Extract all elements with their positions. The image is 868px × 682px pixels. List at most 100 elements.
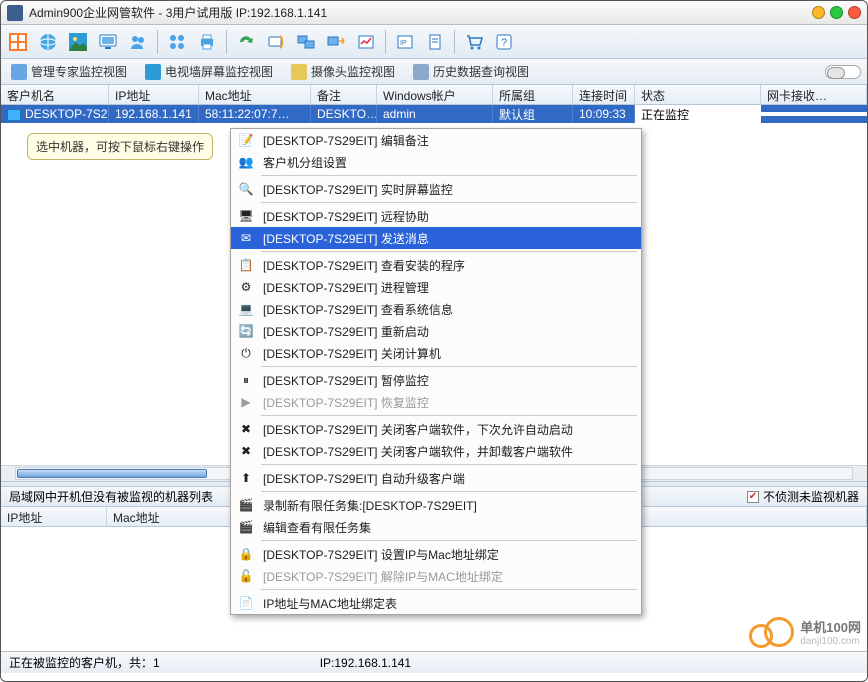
menu-item-icon: ▶ — [237, 393, 255, 411]
menu-item-icon: 📋 — [237, 256, 255, 274]
context-menu-item[interactable]: ⏸ [DESKTOP-7S29EIT] 暂停监控 — [231, 369, 641, 391]
menu-item-icon: 📄 — [237, 594, 255, 612]
menu-item-label: [DESKTOP-7S29EIT] 进程管理 — [263, 279, 429, 296]
watermark-logo: 单机100网 danji100.com — [764, 617, 861, 647]
toolbar-users-icon[interactable] — [125, 29, 151, 55]
context-menu-item[interactable]: ⬆ [DESKTOP-7S29EIT] 自动升级客户端 — [231, 467, 641, 489]
context-menu-item[interactable]: ⏻[DESKTOP-7S29EIT] 关闭计算机 — [231, 342, 641, 364]
tab-label: 历史数据查询视图 — [433, 63, 529, 80]
toolbar-grid-icon[interactable] — [164, 29, 190, 55]
tab-label: 电视墙屏幕监控视图 — [165, 63, 273, 80]
menu-item-icon: 🎬 — [237, 496, 255, 514]
menu-item-icon: ✖ — [237, 420, 255, 438]
camera-icon — [291, 64, 307, 80]
menu-item-label: [DESKTOP-7S29EIT] 自动升级客户端 — [263, 470, 465, 487]
context-menu[interactable]: 📝[DESKTOP-7S29EIT] 编辑备注👥客户机分组设置 🔍[DESKTOP… — [230, 128, 642, 615]
menu-item-icon: 🔄 — [237, 322, 255, 340]
logo-text: 单机100网 — [800, 617, 861, 636]
context-menu-item[interactable]: ✖[DESKTOP-7S29EIT] 关闭客户端软件，并卸载客户端软件 — [231, 440, 641, 462]
menu-item-label: [DESKTOP-7S29EIT] 发送消息 — [263, 230, 429, 247]
menu-item-icon: ⏸ — [237, 371, 255, 389]
context-menu-item[interactable]: 📄 IP地址与MAC地址绑定表 — [231, 592, 641, 614]
context-menu-item[interactable]: 📋[DESKTOP-7S29EIT] 查看安装的程序 — [231, 254, 641, 276]
menu-item-icon: ⚙ — [237, 278, 255, 296]
context-menu-item[interactable]: 🔄[DESKTOP-7S29EIT] 重新启动 — [231, 320, 641, 342]
no-detect-checkbox[interactable]: ✔ 不侦测未监视机器 — [747, 488, 859, 505]
hint-tooltip: 选中机器，可按下鼠标右键操作 — [27, 133, 213, 160]
col-ip[interactable]: IP地址 — [109, 85, 199, 104]
logo-icon — [764, 617, 794, 647]
col-nic[interactable]: 网卡接收… — [761, 85, 867, 104]
context-menu-item[interactable]: 📝[DESKTOP-7S29EIT] 编辑备注 — [231, 129, 641, 151]
menu-item-label: [DESKTOP-7S29EIT] 设置IP与Mac地址绑定 — [263, 546, 499, 563]
col-note[interactable]: 备注 — [311, 85, 377, 104]
cell-note: DESKTO… — [311, 105, 377, 123]
context-menu-item[interactable]: 💻[DESKTOP-7S29EIT] 查看系统信息 — [231, 298, 641, 320]
context-menu-item[interactable]: ⚙ [DESKTOP-7S29EIT] 进程管理 — [231, 276, 641, 298]
col-status[interactable]: 状态 — [635, 85, 761, 104]
cell-host: DESKTOP-7S2… — [25, 107, 109, 121]
tab-label: 摄像头监控视图 — [311, 63, 395, 80]
tab-wall-view[interactable]: 电视墙屏幕监控视图 — [141, 61, 277, 82]
toolbar-sync-icon[interactable] — [233, 29, 259, 55]
menu-item-label: [DESKTOP-7S29EIT] 查看系统信息 — [263, 301, 453, 318]
menu-item-icon: ⬆ — [237, 469, 255, 487]
minimize-button[interactable] — [812, 6, 825, 19]
menu-item-label: [DESKTOP-7S29EIT] 关闭客户端软件，下次允许自动启动 — [263, 421, 573, 438]
toolbar-chart-icon[interactable] — [353, 29, 379, 55]
toolbar-print-icon[interactable] — [194, 29, 220, 55]
menu-item-label: 客户机分组设置 — [263, 154, 347, 171]
col-time[interactable]: 连接时间 — [573, 85, 635, 104]
table-row[interactable]: DESKTOP-7S2… 192.168.1.141 58:11:22:07:7… — [1, 105, 867, 123]
context-menu-item[interactable]: 🎬编辑查看有限任务集 — [231, 516, 641, 538]
context-menu-item[interactable]: 🎬录制新有限任务集:[DESKTOP-7S29EIT] — [231, 494, 641, 516]
menu-item-label: IP地址与MAC地址绑定表 — [263, 595, 397, 612]
menu-item-label: [DESKTOP-7S29EIT] 暂停监控 — [263, 372, 429, 389]
context-menu-item[interactable]: 🔒 [DESKTOP-7S29EIT] 设置IP与Mac地址绑定 — [231, 543, 641, 565]
menu-item-label: [DESKTOP-7S29EIT] 关闭计算机 — [263, 345, 441, 362]
toolbar-share-icon[interactable] — [323, 29, 349, 55]
toolbar-doc-icon[interactable] — [422, 29, 448, 55]
menu-item-label: 编辑查看有限任务集 — [263, 519, 371, 536]
menu-item-label: [DESKTOP-7S29EIT] 远程协助 — [263, 208, 429, 225]
col-mac[interactable]: Mac地址 — [199, 85, 311, 104]
cell-user: admin — [377, 105, 493, 123]
menu-item-label: [DESKTOP-7S29EIT] 编辑备注 — [263, 132, 429, 149]
context-menu-item[interactable]: 👥客户机分组设置 — [231, 151, 641, 173]
tab-expert-view[interactable]: 管理专家监控视图 — [7, 61, 131, 82]
toolbar-terminal-icon[interactable]: IP — [392, 29, 418, 55]
toolbar-broadcast-icon[interactable] — [263, 29, 289, 55]
col2-ip[interactable]: IP地址 — [1, 507, 107, 526]
toolbar-screens-icon[interactable] — [293, 29, 319, 55]
close-button[interactable] — [848, 6, 861, 19]
tab-history-view[interactable]: 历史数据查询视图 — [409, 61, 533, 82]
scroll-thumb[interactable] — [17, 469, 207, 478]
toolbar-monitor-icon[interactable] — [95, 29, 121, 55]
toolbar-cart-icon[interactable] — [461, 29, 487, 55]
cell-group: 默认组 — [493, 105, 573, 125]
view-toggle[interactable] — [825, 65, 861, 79]
toolbar-help-icon[interactable]: ? — [491, 29, 517, 55]
toolbar-image-icon[interactable] — [65, 29, 91, 55]
host-icon — [7, 109, 21, 121]
menu-item-label: [DESKTOP-7S29EIT] 恢复监控 — [263, 394, 429, 411]
col-host[interactable]: 客户机名 — [1, 85, 109, 104]
app-icon — [7, 5, 23, 21]
cell-time: 10:09:33 — [573, 105, 635, 123]
context-menu-item: 🔓[DESKTOP-7S29EIT] 解除IP与MAC地址绑定 — [231, 565, 641, 587]
tab-camera-view[interactable]: 摄像头监控视图 — [287, 61, 399, 82]
pane2-title: 局域网中开机但没有被监视的机器列表 — [9, 488, 213, 505]
maximize-button[interactable] — [830, 6, 843, 19]
context-menu-item[interactable]: 🔍[DESKTOP-7S29EIT] 实时屏幕监控 — [231, 178, 641, 200]
col-group[interactable]: 所属组 — [493, 85, 573, 104]
context-menu-item[interactable]: 🖥[DESKTOP-7S29EIT] 远程协助 — [231, 205, 641, 227]
context-menu-item[interactable]: ✖ [DESKTOP-7S29EIT] 关闭客户端软件，下次允许自动启动 — [231, 418, 641, 440]
view-tabs: 管理专家监控视图 电视墙屏幕监控视图 摄像头监控视图 历史数据查询视图 — [1, 59, 867, 85]
toolbar-globe-icon[interactable] — [35, 29, 61, 55]
context-menu-item: ▶ [DESKTOP-7S29EIT] 恢复监控 — [231, 391, 641, 413]
toolbar-tile-icon[interactable] — [5, 29, 31, 55]
col-user[interactable]: Windows帐户 — [377, 85, 493, 104]
context-menu-item[interactable]: ✉[DESKTOP-7S29EIT] 发送消息 — [231, 227, 641, 249]
menu-item-icon: 🔒 — [237, 545, 255, 563]
grid-header: 客户机名 IP地址 Mac地址 备注 Windows帐户 所属组 连接时间 状态… — [1, 85, 867, 105]
